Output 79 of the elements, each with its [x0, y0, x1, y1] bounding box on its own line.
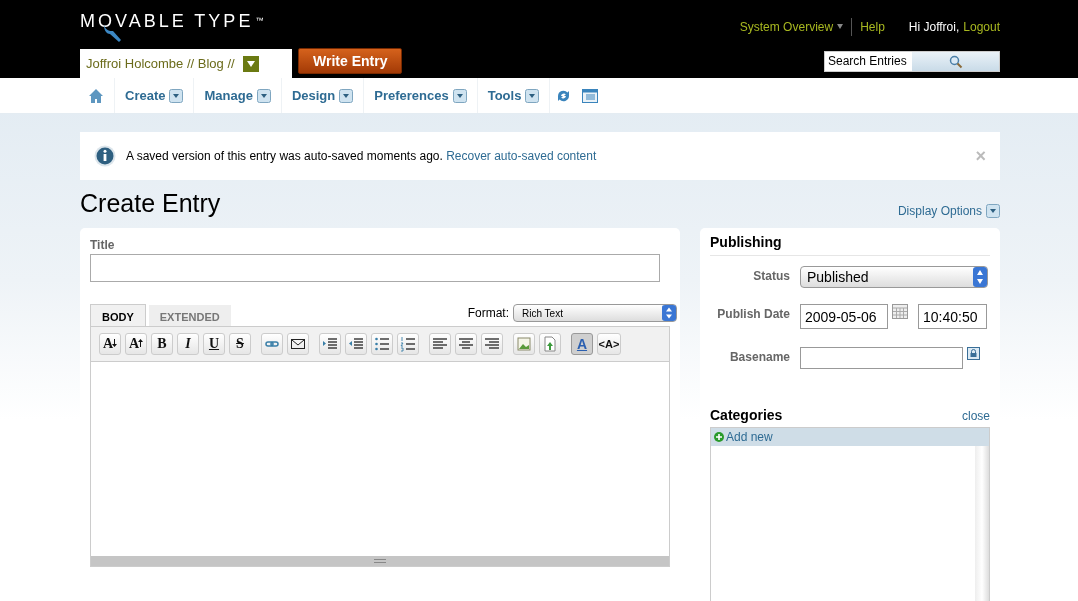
home-icon[interactable] [88, 87, 104, 104]
search-field[interactable]: Search Entries [824, 51, 1000, 72]
outdent-button[interactable] [345, 333, 367, 355]
image-button[interactable] [513, 333, 535, 355]
status-label: Status [752, 268, 790, 283]
greeting: Hi Joffroi, [908, 19, 960, 34]
link-button[interactable] [261, 333, 283, 355]
page-title: Create Entry [80, 189, 221, 218]
search-icon[interactable] [948, 54, 963, 69]
panel-title: Publishing [710, 234, 990, 256]
format-button[interactable]: B [151, 333, 173, 355]
format-button[interactable]: I [177, 333, 199, 355]
font-size-button[interactable]: A [99, 333, 121, 355]
editor-tab[interactable]: BODY [90, 304, 146, 326]
dropdown-icon[interactable] [525, 88, 540, 103]
dropdown-icon[interactable] [242, 55, 259, 72]
blog-selector[interactable]: Joffroi Holcombe // Blog // [80, 49, 292, 78]
email-button[interactable] [287, 333, 309, 355]
plus-icon[interactable] [714, 432, 724, 442]
time-field[interactable]: 10:40:50 [918, 304, 987, 329]
file-icon [541, 335, 559, 353]
file-button[interactable] [539, 333, 561, 355]
dropdown-icon[interactable] [339, 88, 354, 103]
format-button[interactable]: S [229, 333, 251, 355]
info-icon [94, 145, 116, 167]
indent-button[interactable] [319, 333, 341, 355]
dropdown-icon[interactable] [256, 88, 271, 103]
bullets-icon [373, 335, 391, 353]
title-field[interactable] [90, 254, 660, 282]
recover-link[interactable]: Recover auto-saved content [446, 149, 597, 163]
stepper-icon[interactable] [973, 267, 987, 287]
nav-menu[interactable]: Preferences [374, 88, 449, 103]
add-new-link[interactable]: Add new [726, 430, 773, 444]
status-select[interactable]: Published [800, 266, 988, 288]
calendar-icon[interactable] [892, 304, 908, 319]
close-link[interactable]: close [962, 409, 990, 423]
arrow-up-icon [138, 339, 144, 347]
format-select[interactable]: Rich Text [513, 304, 677, 322]
resize-handle[interactable] [374, 559, 386, 563]
image-icon [515, 335, 533, 353]
help-link[interactable]: Help [860, 19, 885, 34]
align-center-button[interactable] [455, 333, 477, 355]
bullets-button[interactable] [371, 333, 393, 355]
nav-menu[interactable]: Create [125, 88, 166, 103]
font-size-button[interactable]: A [125, 333, 147, 355]
scrollbar[interactable] [975, 446, 989, 601]
categories-title: Categories [710, 407, 783, 423]
numbers-icon [399, 335, 417, 353]
display-options-link[interactable]: Display Options [897, 204, 982, 218]
basename-label: Basename [728, 349, 790, 364]
numbers-button[interactable] [397, 333, 419, 355]
window-icon[interactable] [582, 88, 599, 103]
basename-field[interactable] [800, 347, 963, 369]
dropdown-icon[interactable] [452, 88, 467, 103]
arrow-down-icon [112, 339, 118, 347]
stepper-icon[interactable] [662, 305, 676, 321]
format-button[interactable]: A [571, 333, 593, 355]
align-right-button[interactable] [481, 333, 503, 355]
write-entry-button[interactable]: Write Entry [298, 48, 403, 74]
rich-text-editor[interactable]: A A B I U S A <A> [90, 326, 670, 567]
logo[interactable]: MOVABLE TYPE$^{™}$ [80, 11, 266, 45]
nav-menu[interactable]: Design [291, 88, 336, 103]
editor-tab[interactable]: EXTENDED [148, 305, 231, 326]
publish-date-label: Publish Date [716, 306, 790, 321]
title-label: Title [90, 238, 116, 252]
nav-menu[interactable]: Manage [204, 88, 253, 103]
date-field[interactable]: 2009-05-06 [800, 304, 888, 329]
nav-menu[interactable]: Tools [487, 88, 522, 103]
format-button[interactable]: U [203, 333, 225, 355]
notice-message: A saved version of this entry was auto-saved moments ago. Recover auto-saved content [126, 149, 597, 163]
format-button[interactable]: <A> [597, 333, 621, 355]
format-label: Format: [467, 306, 509, 320]
system-overview-link[interactable]: System Overview [739, 19, 834, 34]
dropdown-icon[interactable] [986, 204, 1000, 218]
logout-link[interactable]: Logout [963, 19, 1000, 34]
caret-icon[interactable] [837, 24, 844, 29]
lock-icon[interactable] [967, 347, 980, 360]
align-left-button[interactable] [429, 333, 451, 355]
dropdown-icon[interactable] [169, 88, 184, 103]
